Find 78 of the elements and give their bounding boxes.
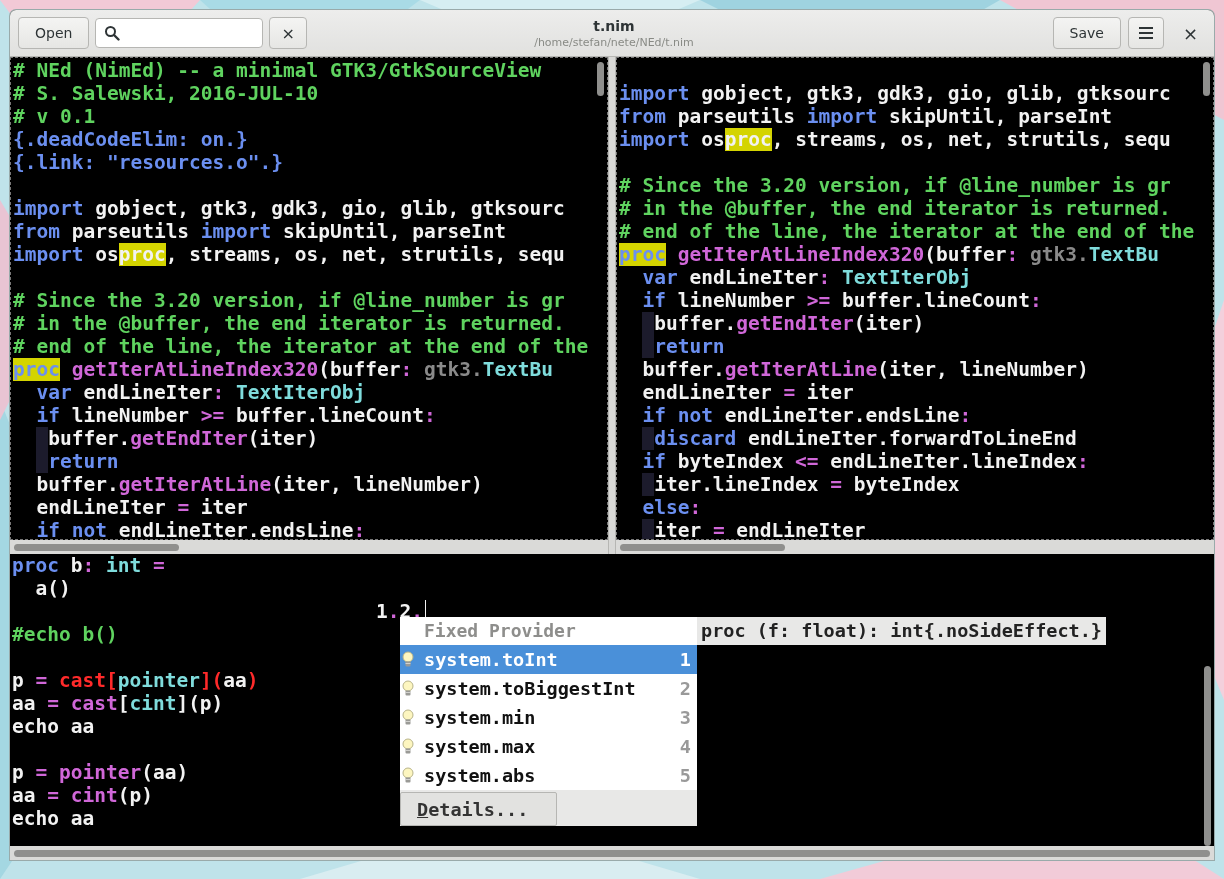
code-line: if lineNumber >= buffer.lineCount: [35, 404, 436, 427]
code-line: # S. Salewski, 2016-JUL-10 [13, 82, 319, 105]
details-button[interactable]: Details... [400, 792, 557, 826]
code-line: import osproc, streams, os, net, strutils, sequ [13, 243, 565, 266]
menu-button[interactable] [1127, 17, 1164, 49]
scrollbar-thumb[interactable] [597, 62, 604, 96]
code-line: a() [34, 577, 71, 600]
code-line: var endLineIter: TextIterObj [35, 381, 366, 404]
code-line: p = pointer(aa) [12, 761, 189, 784]
code-line: # end of the line, the iterator at the end of the [13, 335, 589, 358]
code-editor[interactable] [10, 57, 608, 540]
scrollbar-thumb[interactable] [1203, 62, 1210, 96]
menu-icon [1138, 27, 1153, 39]
scrollbar-thumb[interactable] [1204, 666, 1211, 846]
code-line: buffer.getIterAtLine(iter, lineNumber) [641, 358, 1089, 381]
code-line: if not endLineIter.endsLine: [641, 404, 972, 427]
save-button[interactable]: Save [1052, 17, 1121, 49]
code-line: endLineIter = iter [641, 381, 854, 404]
code-line: proc getIterAtLineIndex320(buffer: gtk3.TextBu [13, 358, 554, 381]
code-line: # v 0.1 [13, 105, 96, 128]
code-line: #echo b() [12, 623, 118, 646]
lightbulb-icon [402, 679, 414, 698]
code-line: echo aa [12, 807, 95, 830]
code-line: if not endLineIter.endsLine: [35, 519, 366, 539]
code-line: aa = cast[cint](p) [12, 692, 224, 715]
lightbulb-icon [402, 650, 414, 669]
code-line: return [48, 450, 119, 473]
code-line: {.link: "resources.o".} [13, 151, 284, 174]
code-line: if lineNumber >= buffer.lineCount: [641, 289, 1042, 312]
file-path: /home/stefan/nete/NEd/t.nim [534, 35, 694, 49]
code-line: from parseutils import skipUntil, parseInt [13, 220, 507, 243]
scrollbar-thumb[interactable] [620, 543, 785, 551]
lightbulb-icon [402, 766, 414, 785]
code-line: aa = cint(p) [12, 784, 153, 807]
signature-tooltip: proc (f: float): int{.noSideEffect.} [697, 617, 1106, 645]
code-line: proc getIterAtLineIndex320(buffer: gtk3.TextBu [619, 243, 1160, 266]
code-line: # in the @buffer, the end iterator is returned. [619, 197, 1171, 220]
completion-item[interactable]: system.max 4 [400, 732, 697, 761]
lightbulb-icon [402, 708, 414, 727]
code-line: endLineIter = iter [35, 496, 248, 519]
code-line: # end of the line, the iterator at the end of the [619, 220, 1195, 243]
code-line: import osproc, streams, os, net, strutils, sequ [619, 128, 1171, 151]
clear-button[interactable]: × [269, 17, 307, 49]
completion-item[interactable]: system.abs 5 [400, 761, 697, 790]
code-line: {.deadCodeElim: on.} [13, 128, 248, 151]
code-line: # NEd (NimEd) -- a minimal GTK3/GtkSourceView [13, 59, 542, 82]
code-line: # in the @buffer, the end iterator is returned. [13, 312, 565, 335]
open-button[interactable]: Open [18, 17, 90, 49]
code-line: iter.lineIndex = byteIndex [654, 473, 960, 496]
code-line: discard endLineIter.forwardToLineEnd [654, 427, 1077, 450]
code-line: buffer.getIterAtLine(iter, lineNumber) [35, 473, 483, 496]
code-line: # Since the 3.20 version, if @line_number is gr [619, 174, 1171, 197]
code-line: buffer.getEndIter(iter) [654, 312, 925, 335]
lightbulb-icon [402, 737, 414, 756]
search-field[interactable] [95, 18, 264, 48]
code-editor[interactable] [10, 554, 1214, 846]
code-line: var endLineIter: TextIterObj [641, 266, 972, 289]
code-line: return [654, 335, 725, 358]
code-line: if byteIndex <= endLineIter.lineIndex: [641, 450, 1089, 473]
code-line: from parseutils import skipUntil, parseInt [619, 105, 1113, 128]
search-icon [104, 25, 121, 41]
code-line: else: [641, 496, 702, 519]
completion-item[interactable]: system.toBiggestInt 2 [400, 674, 697, 703]
code-line: iter = endLineIter [654, 519, 866, 539]
code-line: buffer.getEndIter(iter) [48, 427, 319, 450]
scrollbar-thumb[interactable] [14, 543, 179, 551]
code-line: p = cast[pointer](aa) [12, 669, 259, 692]
code-line: import gobject, gtk3, gdk3, gio, glib, gtksourc [13, 197, 565, 220]
code-editor[interactable] [616, 57, 1214, 540]
code-line: proc b: int = [12, 554, 165, 577]
window-title: t.nim [593, 17, 635, 34]
code-line: # Since the 3.20 version, if @line_number is gr [13, 289, 565, 312]
completion-item[interactable]: system.min 3 [400, 703, 697, 732]
code-line: import gobject, gtk3, gdk3, gio, glib, gtksourc [619, 82, 1171, 105]
code-line: echo aa [12, 715, 95, 738]
provider-heading: Fixed Provider [423, 619, 577, 643]
close-button[interactable]: × [1170, 17, 1210, 49]
scrollbar-thumb[interactable] [14, 849, 1210, 857]
